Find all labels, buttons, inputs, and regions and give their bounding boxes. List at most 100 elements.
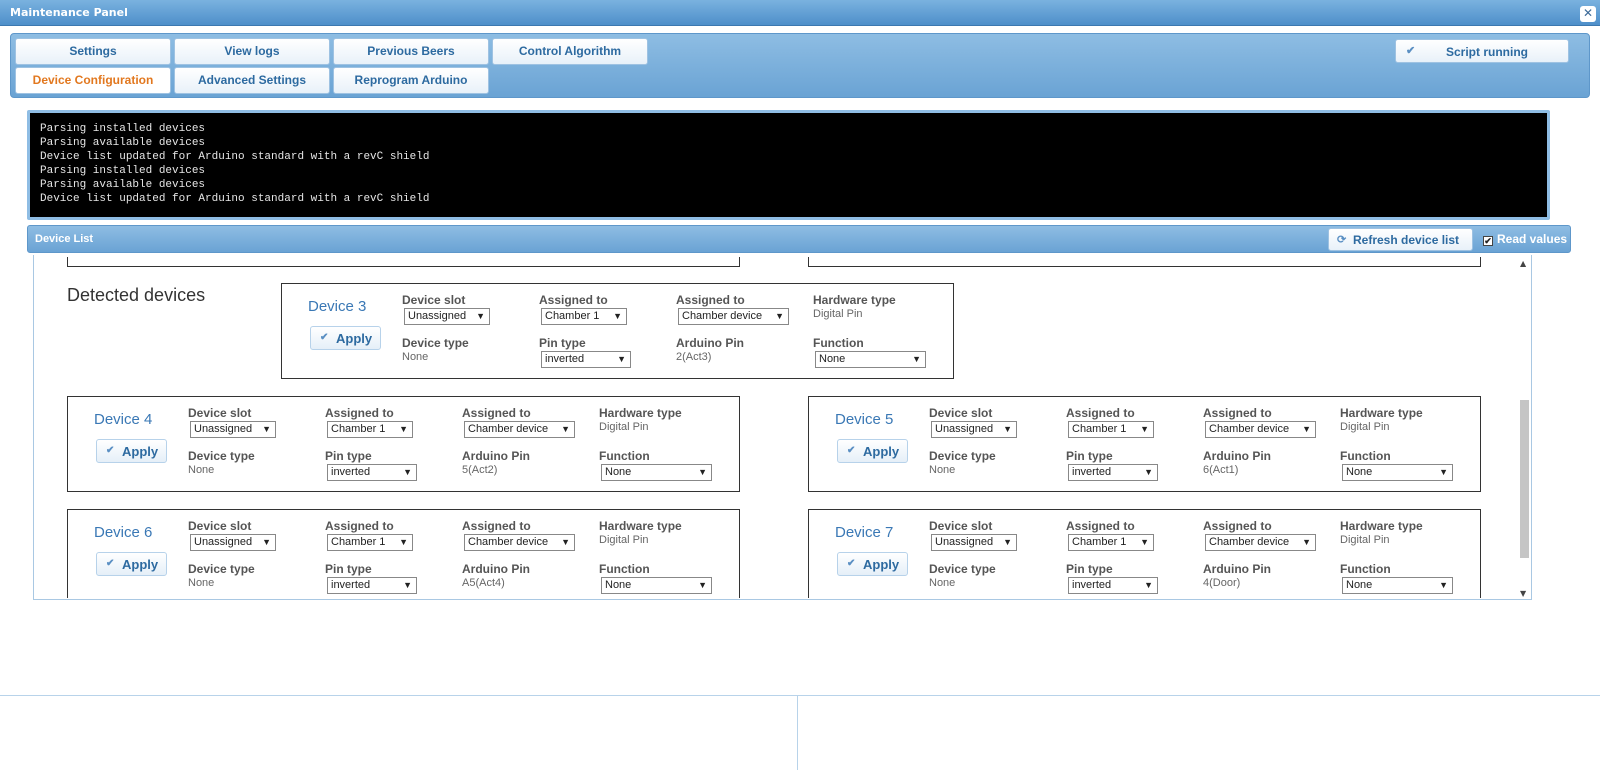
pin-type-select[interactable]: inverted ▼: [327, 464, 417, 481]
pin-type-field: Pin type: [325, 449, 372, 463]
device-name: Device 4: [94, 411, 153, 428]
chevron-down-icon: ▼: [1439, 580, 1448, 590]
function-field: Function: [1340, 562, 1391, 576]
hardware-type-field: Hardware type Digital Pin: [1340, 519, 1423, 546]
device-type-field: Device type None: [929, 449, 996, 476]
scrollbar-thumb[interactable]: [1520, 400, 1529, 558]
assigned-device-select[interactable]: Chamber device ▼: [1205, 534, 1316, 551]
assigned-chamber-select[interactable]: Chamber 1 ▼: [327, 421, 413, 438]
scroll-down-icon[interactable]: ▼: [1520, 589, 1526, 598]
assigned-device-select[interactable]: Chamber device ▼: [464, 421, 575, 438]
pin-type-field: Pin type: [539, 336, 586, 350]
tab-advanced-settings[interactable]: Advanced Settings: [174, 67, 330, 94]
function-select[interactable]: None ▼: [601, 464, 712, 481]
assigned-chamber-select[interactable]: Chamber 1 ▼: [541, 308, 627, 325]
log-console: Parsing installed devices Parsing availa…: [27, 110, 1550, 220]
assigned-device-field: Assigned to: [676, 293, 745, 307]
tab-previous-beers[interactable]: Previous Beers: [333, 38, 489, 65]
console-output: Parsing installed devices Parsing availa…: [30, 113, 1547, 217]
assigned-device-select[interactable]: Chamber device ▼: [464, 534, 575, 551]
assigned-to-label: Assigned to: [539, 293, 608, 307]
device-type-value: None: [929, 577, 956, 589]
chevron-down-icon: ▼: [403, 580, 412, 590]
pin-type-label: Pin type: [1066, 449, 1113, 463]
chevron-down-icon: ▼: [1003, 424, 1012, 434]
assigned-chamber-value: Chamber 1: [545, 310, 600, 322]
tab-view-logs[interactable]: View logs: [174, 38, 330, 65]
pin-type-select[interactable]: inverted ▼: [1068, 464, 1158, 481]
assigned-chamber-value: Chamber 1: [1072, 423, 1127, 435]
function-select[interactable]: None ▼: [1342, 464, 1453, 481]
tab-device-configuration[interactable]: Device Configuration: [15, 67, 171, 94]
script-status-label: Script running: [1446, 45, 1528, 59]
close-icon[interactable]: ✕: [1580, 6, 1596, 22]
device-slot-select[interactable]: Unassigned ▼: [931, 534, 1017, 551]
detected-devices-heading: Detected devices: [67, 285, 206, 305]
apply-button[interactable]: ✔ Apply: [837, 439, 908, 463]
scrollbar[interactable]: ▲ ▼: [1518, 257, 1531, 600]
pin-type-field: Pin type: [325, 562, 372, 576]
arduino-pin-label: Arduino Pin: [1203, 562, 1271, 576]
device-slot-select[interactable]: Unassigned ▼: [931, 421, 1017, 438]
scroll-up-icon[interactable]: ▲: [1520, 259, 1526, 268]
check-icon: ✔: [1406, 45, 1416, 57]
pin-type-value: inverted: [331, 579, 371, 591]
function-select[interactable]: None ▼: [815, 351, 926, 368]
function-select[interactable]: None ▼: [1342, 577, 1453, 594]
device-type-field: Device type None: [402, 336, 469, 363]
apply-button[interactable]: ✔ Apply: [96, 439, 167, 463]
refresh-device-list-button[interactable]: ⟳ Refresh device list: [1328, 228, 1473, 251]
assigned-device-value: Chamber device: [1209, 536, 1290, 548]
arduino-pin-field: Arduino Pin A5(Act4): [462, 562, 530, 589]
assigned-chamber-value: Chamber 1: [331, 423, 386, 435]
divider: [797, 696, 798, 770]
device-slot-select[interactable]: Unassigned ▼: [404, 308, 490, 325]
assigned-chamber-select[interactable]: Chamber 1 ▼: [1068, 421, 1154, 438]
tab-settings[interactable]: Settings: [15, 38, 171, 65]
tab-reprogram-arduino[interactable]: Reprogram Arduino: [333, 67, 489, 94]
apply-button[interactable]: ✔ Apply: [96, 552, 167, 576]
assigned-to-label: Assigned to: [325, 519, 394, 533]
hardware-type-label: Hardware type: [1340, 519, 1423, 533]
device-card: Device 3 ✔ Apply Device slot Unassigned ▼…: [281, 283, 954, 379]
chevron-down-icon: ▼: [1302, 537, 1311, 547]
device-slot-value: Unassigned: [194, 423, 253, 435]
assigned-device-select[interactable]: Chamber device ▼: [1205, 421, 1316, 438]
tab-control-algorithm[interactable]: Control Algorithm: [492, 38, 648, 65]
function-value: None: [605, 579, 632, 591]
device-slot-value: Unassigned: [408, 310, 467, 322]
chevron-down-icon: ▼: [698, 580, 707, 590]
chevron-down-icon: ▼: [1302, 424, 1311, 434]
pin-type-select[interactable]: inverted ▼: [541, 351, 631, 368]
assigned-device-select[interactable]: Chamber device ▼: [678, 308, 789, 325]
arduino-pin-field: Arduino Pin 4(Door): [1203, 562, 1271, 589]
hardware-type-value: Digital Pin: [1340, 421, 1390, 433]
device-slot-select[interactable]: Unassigned ▼: [190, 421, 276, 438]
apply-button[interactable]: ✔ Apply: [310, 326, 381, 350]
assigned-chamber-field: Assigned to: [325, 519, 394, 533]
assigned-to-label: Assigned to: [1203, 406, 1272, 420]
device-slot-select[interactable]: Unassigned ▼: [190, 534, 276, 551]
device-card: Device 7 ✔ Apply Device slot Unassigned ▼…: [808, 509, 1481, 598]
arduino-pin-value: 4(Door): [1203, 577, 1241, 589]
pin-type-select[interactable]: inverted ▼: [1068, 577, 1158, 594]
checkbox-icon[interactable]: ✔: [1483, 236, 1493, 246]
hardware-type-label: Hardware type: [599, 519, 682, 533]
device-name: Device 6: [94, 524, 153, 541]
device-slot-field: Device slot: [402, 293, 465, 307]
function-value: None: [1346, 579, 1373, 591]
pin-type-select[interactable]: inverted ▼: [327, 577, 417, 594]
assigned-chamber-value: Chamber 1: [1072, 536, 1127, 548]
device-list-title: Device List: [35, 233, 94, 245]
check-icon: ✔: [106, 445, 115, 456]
assigned-chamber-select[interactable]: Chamber 1 ▼: [1068, 534, 1154, 551]
pin-type-value: inverted: [545, 353, 585, 365]
script-status-button[interactable]: ✔ Script running: [1395, 39, 1569, 63]
assigned-chamber-select[interactable]: Chamber 1 ▼: [327, 534, 413, 551]
device-slot-label: Device slot: [188, 406, 252, 420]
function-select[interactable]: None ▼: [601, 577, 712, 594]
device-slot-label: Device slot: [929, 406, 993, 420]
assigned-device-field: Assigned to: [1203, 406, 1272, 420]
read-values-checkbox[interactable]: ✔ Read values: [1483, 232, 1567, 246]
apply-button[interactable]: ✔ Apply: [837, 552, 908, 576]
